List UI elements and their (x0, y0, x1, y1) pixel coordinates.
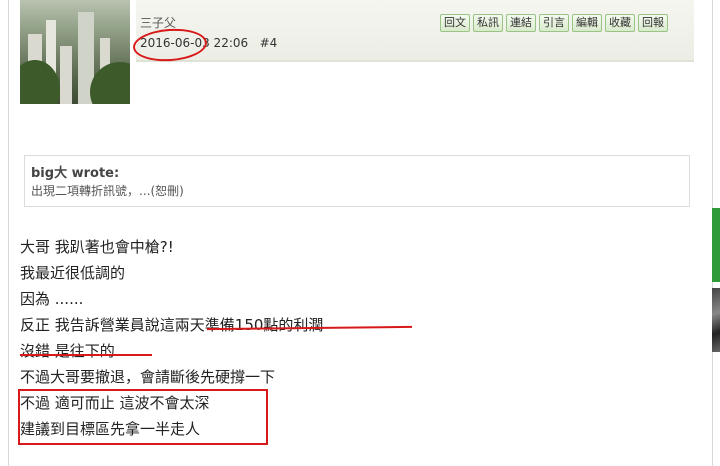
post-number[interactable]: #4 (260, 36, 278, 50)
quote-button[interactable]: 引言 (539, 14, 569, 32)
red-box-annotation (18, 389, 268, 445)
avatar[interactable] (20, 0, 130, 104)
quote-block: big大 wrote: 出現二項轉折訊號，...(恕刪) (24, 155, 690, 207)
quote-text: 出現二項轉折訊號，...(恕刪) (31, 184, 184, 198)
red-underline-annotation (20, 354, 152, 356)
quote-author: big大 wrote: (31, 166, 120, 181)
post-body-line: 不過大哥要撤退，會請斷後先硬撐一下 (20, 368, 276, 386)
post-body-line: 因為 ...... (20, 290, 84, 308)
post-action-bar: 回文 私訊 連結 引言 編輯 收藏 回報 (440, 14, 668, 32)
avatar-building (60, 46, 72, 104)
reply-button[interactable]: 回文 (440, 14, 470, 32)
private-message-button[interactable]: 私訊 (473, 14, 503, 32)
side-ad-banner[interactable] (712, 208, 720, 282)
side-ad-thumbnail[interactable] (712, 288, 720, 352)
avatar-foliage (90, 62, 130, 104)
edit-button[interactable]: 編輯 (572, 14, 602, 32)
post-body-line: 反正 我告訴營業員說這兩天準備150點的利潤 (20, 316, 324, 334)
post-body-line: 我最近很低調的 (20, 264, 126, 282)
page-left-border (8, 0, 9, 466)
post-body-line: 沒錯 是往下的 (20, 342, 115, 360)
favorite-button[interactable]: 收藏 (605, 14, 635, 32)
link-button[interactable]: 連結 (506, 14, 536, 32)
post-body-line: 大哥 我趴著也會中槍?! (20, 238, 174, 256)
report-button[interactable]: 回報 (638, 14, 668, 32)
